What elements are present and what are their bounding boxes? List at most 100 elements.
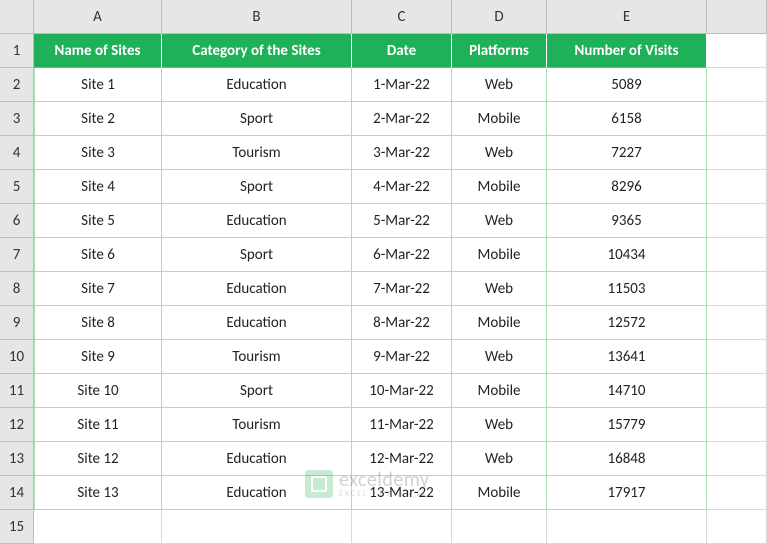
cell-date[interactable]: 4-Mar-22 [352, 170, 452, 204]
cell-empty[interactable] [707, 340, 767, 374]
cell-site-name[interactable]: Site 9 [34, 340, 162, 374]
cell-site-name[interactable]: Site 8 [34, 306, 162, 340]
cell-site-name[interactable]: Site 5 [34, 204, 162, 238]
cell-empty[interactable] [34, 510, 162, 544]
cell-date[interactable]: 9-Mar-22 [352, 340, 452, 374]
cell-empty[interactable] [707, 68, 767, 102]
cell-site-name[interactable]: Site 6 [34, 238, 162, 272]
row-head[interactable]: 13 [0, 442, 34, 476]
row-head[interactable]: 10 [0, 340, 34, 374]
cell-visits[interactable]: 12572 [547, 306, 707, 340]
cell-visits[interactable]: 5089 [547, 68, 707, 102]
cell-visits[interactable]: 10434 [547, 238, 707, 272]
cell-category[interactable]: Sport [162, 102, 352, 136]
cell-category[interactable]: Education [162, 272, 352, 306]
cell-visits[interactable]: 16848 [547, 442, 707, 476]
row-head[interactable]: 8 [0, 272, 34, 306]
cell-visits[interactable]: 11503 [547, 272, 707, 306]
row-head[interactable]: 14 [0, 476, 34, 510]
cell-category[interactable]: Sport [162, 238, 352, 272]
row-head[interactable]: 4 [0, 136, 34, 170]
cell-site-name[interactable]: Site 3 [34, 136, 162, 170]
cell-site-name[interactable]: Site 13 [34, 476, 162, 510]
cell-visits[interactable]: 7227 [547, 136, 707, 170]
cell-empty[interactable] [707, 476, 767, 510]
cell-site-name[interactable]: Site 4 [34, 170, 162, 204]
header-platforms[interactable]: Platforms [452, 34, 547, 68]
cell-visits[interactable]: 8296 [547, 170, 707, 204]
cell-empty[interactable] [707, 238, 767, 272]
row-head[interactable]: 11 [0, 374, 34, 408]
cell-visits[interactable]: 17917 [547, 476, 707, 510]
cell-empty[interactable] [707, 136, 767, 170]
cell-platform[interactable]: Mobile [452, 306, 547, 340]
row-head[interactable]: 5 [0, 170, 34, 204]
cell-platform[interactable]: Web [452, 272, 547, 306]
col-head-a[interactable]: A [34, 0, 162, 34]
cell-date[interactable]: 6-Mar-22 [352, 238, 452, 272]
cell-site-name[interactable]: Site 12 [34, 442, 162, 476]
select-all-corner[interactable] [0, 0, 34, 34]
col-head-b[interactable]: B [162, 0, 352, 34]
cell-empty[interactable] [452, 510, 547, 544]
cell-category[interactable]: Education [162, 68, 352, 102]
cell-empty[interactable] [707, 204, 767, 238]
cell-site-name[interactable]: Site 11 [34, 408, 162, 442]
cell-visits[interactable]: 13641 [547, 340, 707, 374]
cell-platform[interactable]: Web [452, 442, 547, 476]
cell-date[interactable]: 2-Mar-22 [352, 102, 452, 136]
cell-empty[interactable] [707, 272, 767, 306]
cell-category[interactable]: Sport [162, 170, 352, 204]
cell-platform[interactable]: Web [452, 68, 547, 102]
cell-date[interactable]: 5-Mar-22 [352, 204, 452, 238]
cell-category[interactable]: Tourism [162, 340, 352, 374]
cell-platform[interactable]: Mobile [452, 238, 547, 272]
cell-date[interactable]: 8-Mar-22 [352, 306, 452, 340]
header-category[interactable]: Category of the Sites [162, 34, 352, 68]
cell-empty[interactable] [707, 170, 767, 204]
cell-visits[interactable]: 6158 [547, 102, 707, 136]
cell-site-name[interactable]: Site 2 [34, 102, 162, 136]
col-head-f[interactable] [707, 0, 767, 34]
cell-visits[interactable]: 9365 [547, 204, 707, 238]
cell-date[interactable]: 3-Mar-22 [352, 136, 452, 170]
cell-category[interactable]: Education [162, 306, 352, 340]
header-name-of-sites[interactable]: Name of Sites [34, 34, 162, 68]
cell-category[interactable]: Tourism [162, 408, 352, 442]
cell-platform[interactable]: Web [452, 340, 547, 374]
cell-visits[interactable]: 14710 [547, 374, 707, 408]
cell-date[interactable]: 11-Mar-22 [352, 408, 452, 442]
cell-category[interactable]: Education [162, 442, 352, 476]
row-head[interactable]: 6 [0, 204, 34, 238]
col-head-e[interactable]: E [547, 0, 707, 34]
row-head[interactable]: 3 [0, 102, 34, 136]
col-head-d[interactable]: D [452, 0, 547, 34]
row-head[interactable]: 9 [0, 306, 34, 340]
cell-empty[interactable] [707, 34, 767, 68]
cell-site-name[interactable]: Site 7 [34, 272, 162, 306]
cell-empty[interactable] [707, 374, 767, 408]
cell-date[interactable]: 13-Mar-22 [352, 476, 452, 510]
cell-platform[interactable]: Web [452, 136, 547, 170]
cell-visits[interactable]: 15779 [547, 408, 707, 442]
col-head-c[interactable]: C [352, 0, 452, 34]
cell-date[interactable]: 12-Mar-22 [352, 442, 452, 476]
cell-empty[interactable] [707, 306, 767, 340]
cell-empty[interactable] [707, 408, 767, 442]
row-head[interactable]: 12 [0, 408, 34, 442]
cell-platform[interactable]: Mobile [452, 102, 547, 136]
cell-date[interactable]: 10-Mar-22 [352, 374, 452, 408]
cell-empty[interactable] [707, 102, 767, 136]
cell-date[interactable]: 7-Mar-22 [352, 272, 452, 306]
row-head[interactable]: 1 [0, 34, 34, 68]
cell-platform[interactable]: Mobile [452, 170, 547, 204]
cell-platform[interactable]: Mobile [452, 476, 547, 510]
header-visits[interactable]: Number of Visits [547, 34, 707, 68]
cell-empty[interactable] [162, 510, 352, 544]
cell-platform[interactable]: Mobile [452, 374, 547, 408]
cell-category[interactable]: Tourism [162, 136, 352, 170]
row-head[interactable]: 2 [0, 68, 34, 102]
cell-category[interactable]: Education [162, 204, 352, 238]
cell-date[interactable]: 1-Mar-22 [352, 68, 452, 102]
cell-empty[interactable] [352, 510, 452, 544]
